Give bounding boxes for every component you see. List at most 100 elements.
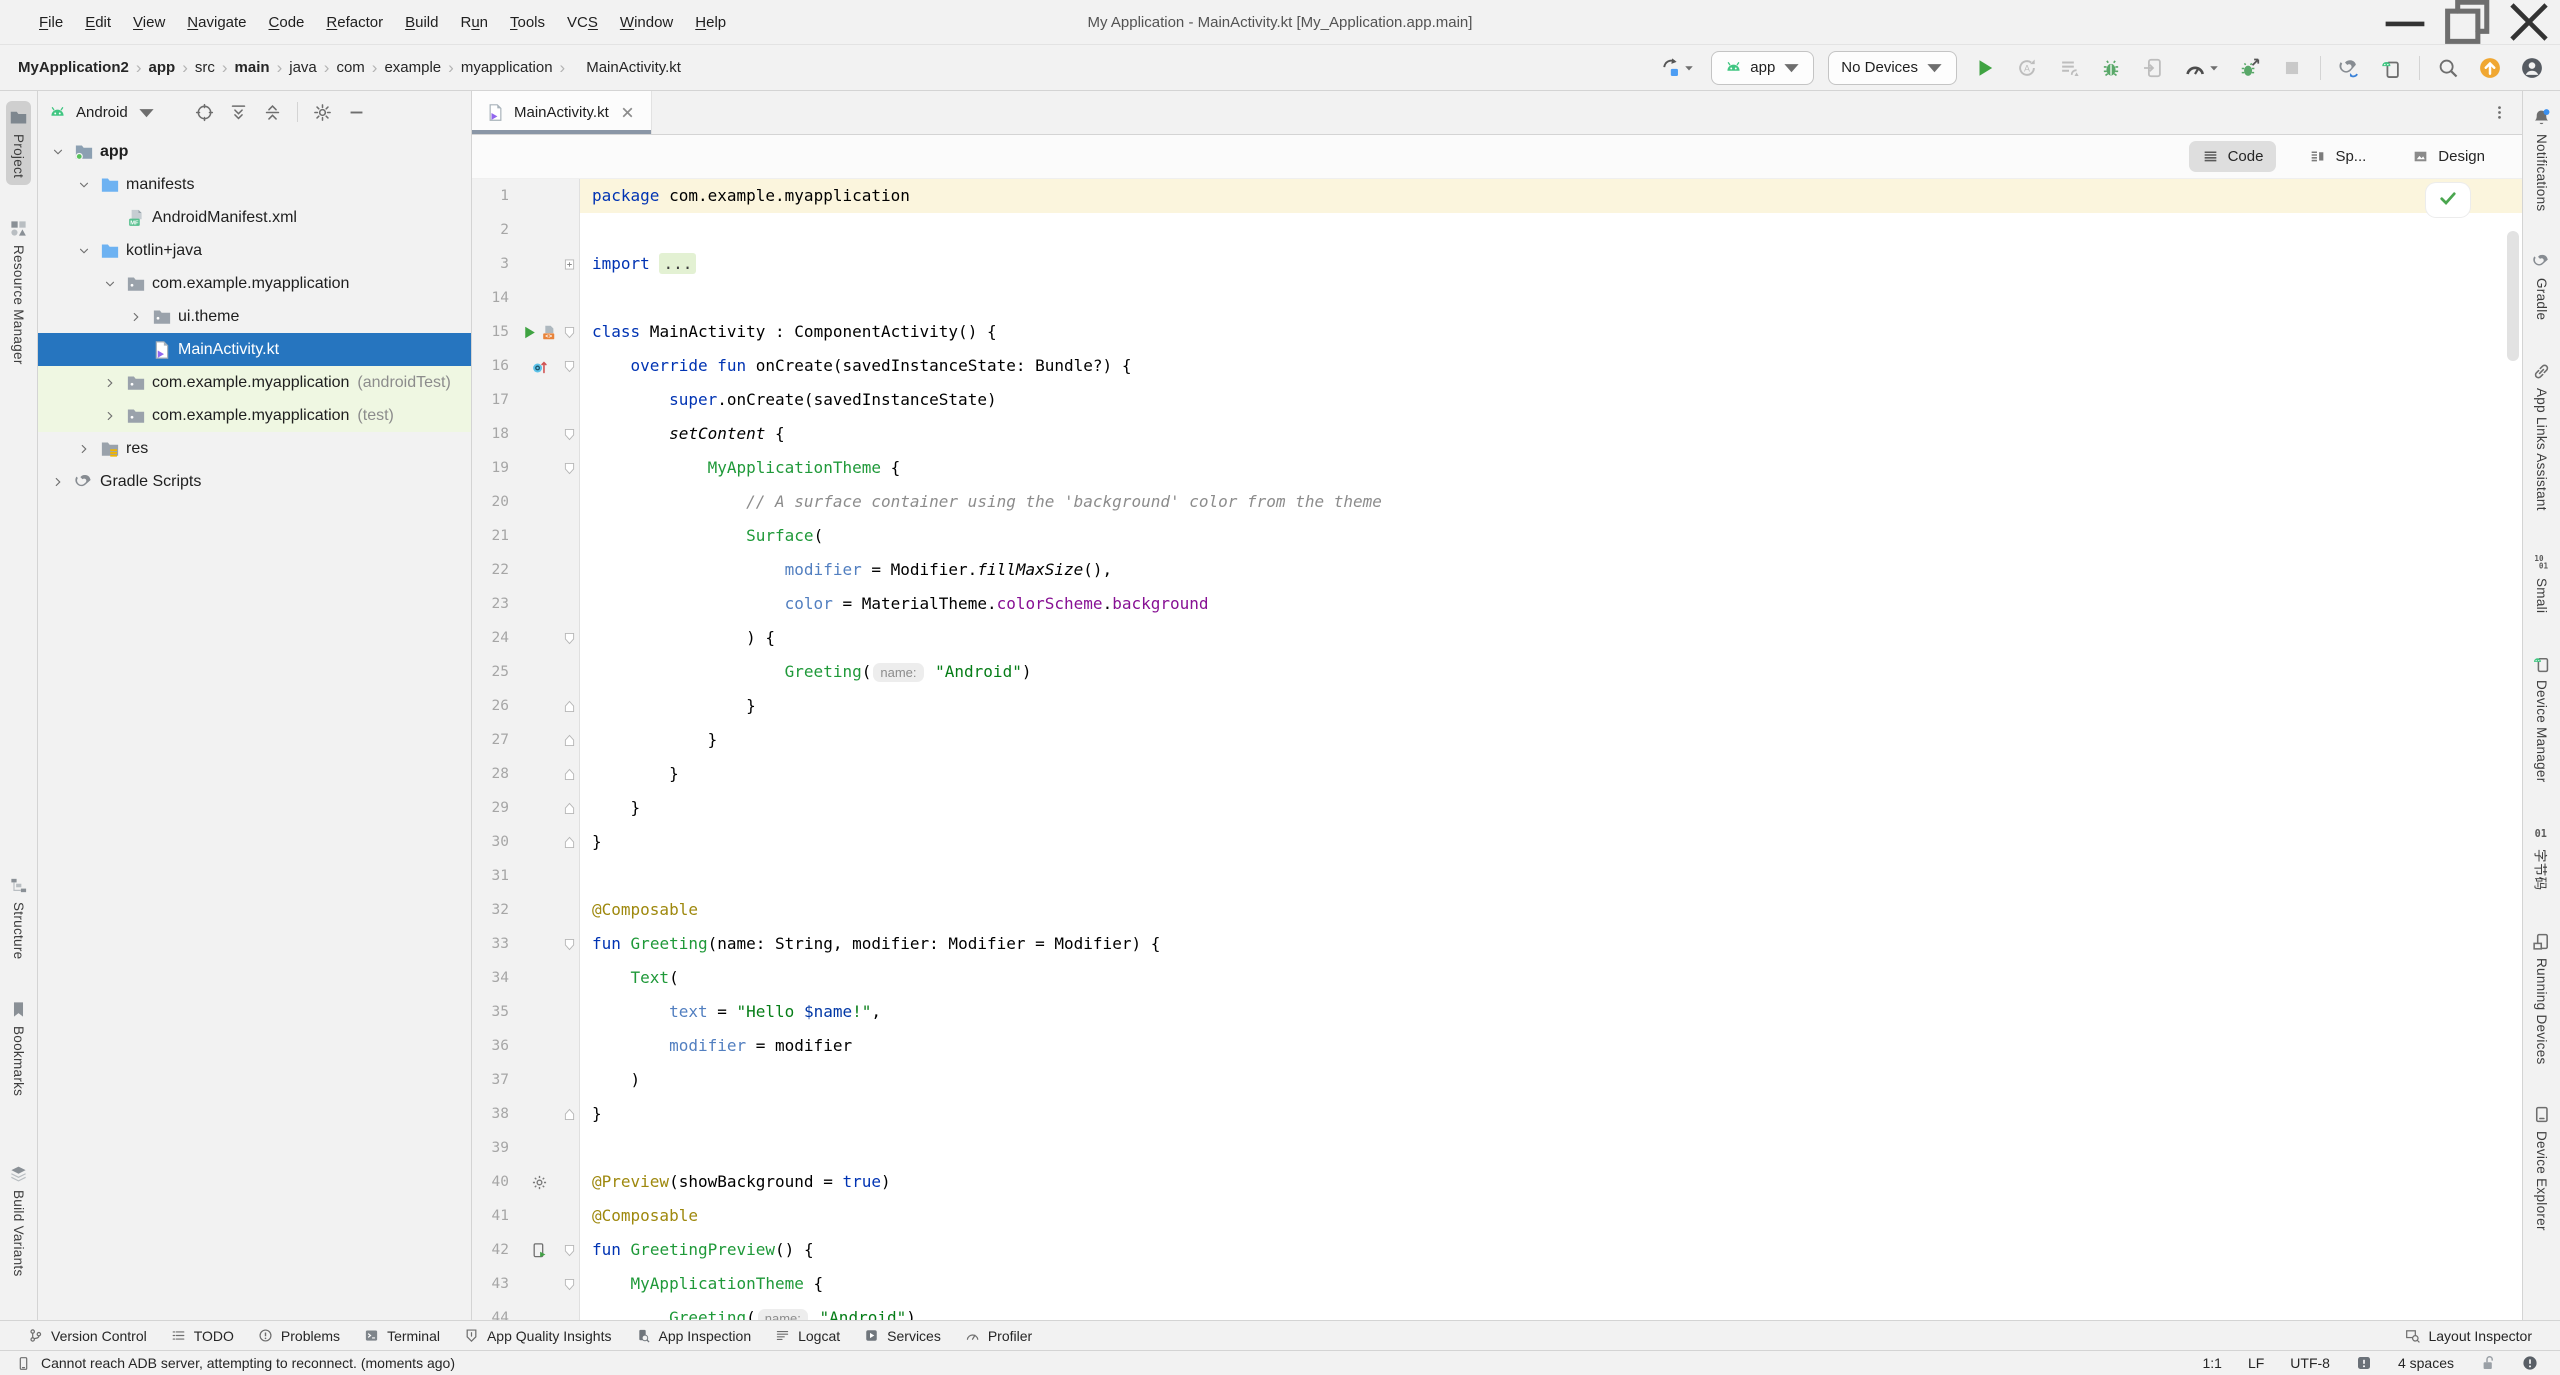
stop-button[interactable] bbox=[2278, 54, 2306, 82]
debug-button[interactable] bbox=[2097, 54, 2125, 82]
caret-position[interactable]: 1:1 bbox=[2202, 1355, 2221, 1371]
code-line-14[interactable]: 14 bbox=[472, 281, 2522, 315]
toolwindow-version-control[interactable]: Version Control bbox=[16, 1321, 159, 1350]
code-line-1[interactable]: 1package com.example.myapplication bbox=[472, 179, 2522, 213]
line-number[interactable]: 36 bbox=[472, 1029, 518, 1063]
code-line-27[interactable]: 27 } bbox=[472, 723, 2522, 757]
code-line-35[interactable]: 35 text = "Hello $name!", bbox=[472, 995, 2522, 1029]
code-line-40[interactable]: 40@Preview(showBackground = true) bbox=[472, 1165, 2522, 1199]
line-number[interactable]: 3 bbox=[472, 247, 518, 281]
line-number[interactable]: 37 bbox=[472, 1063, 518, 1097]
indicator-badge-icon[interactable] bbox=[2356, 1355, 2372, 1371]
code-line-18[interactable]: 18 setContent { bbox=[472, 417, 2522, 451]
breadcrumb-item[interactable]: myapplication bbox=[461, 59, 553, 76]
tab-mainactivity[interactable]: MainActivity.kt bbox=[472, 91, 652, 134]
tool-strip-build-variants[interactable]: Build Variants bbox=[6, 1157, 31, 1284]
tool-strip-gradle[interactable]: Gradle bbox=[2529, 245, 2554, 327]
code-line-28[interactable]: 28 } bbox=[472, 757, 2522, 791]
line-number[interactable]: 2 bbox=[472, 213, 518, 247]
breadcrumb-item[interactable]: MainActivity.kt bbox=[586, 59, 681, 76]
line-number[interactable]: 44 bbox=[472, 1301, 518, 1320]
menu-run[interactable]: Run bbox=[449, 14, 499, 31]
line-number[interactable]: 39 bbox=[472, 1131, 518, 1165]
device-manager-button[interactable] bbox=[2377, 54, 2405, 82]
code-line-24[interactable]: 24 ) { bbox=[472, 621, 2522, 655]
code-line-37[interactable]: 37 ) bbox=[472, 1063, 2522, 1097]
line-number[interactable]: 41 bbox=[472, 1199, 518, 1233]
fold-marker[interactable] bbox=[560, 451, 580, 485]
code-line-25[interactable]: 25 Greeting(name: "Android") bbox=[472, 655, 2522, 689]
code-line-3[interactable]: 3import ... bbox=[472, 247, 2522, 281]
view-toggle-code[interactable]: Code bbox=[2189, 141, 2277, 172]
run-configuration-select[interactable]: app bbox=[1711, 51, 1814, 85]
manifest-gutter-icon[interactable]: <> bbox=[540, 324, 557, 341]
toolwindow-profiler[interactable]: Profiler bbox=[953, 1321, 1044, 1350]
code-line-31[interactable]: 31 bbox=[472, 859, 2522, 893]
breadcrumb-item[interactable]: java bbox=[289, 59, 317, 76]
code-line-32[interactable]: 32@Composable bbox=[472, 893, 2522, 927]
code-line-17[interactable]: 17 super.onCreate(savedInstanceState) bbox=[472, 383, 2522, 417]
chevron-right-icon[interactable] bbox=[98, 376, 122, 390]
view-toggle-design[interactable]: Design bbox=[2399, 141, 2498, 172]
tree-item-res[interactable]: res bbox=[38, 432, 471, 465]
line-number[interactable]: 31 bbox=[472, 859, 518, 893]
line-number[interactable]: 1 bbox=[472, 179, 518, 213]
code-line-2[interactable]: 2 bbox=[472, 213, 2522, 247]
tree-item-manifests[interactable]: manifests bbox=[38, 168, 471, 201]
device-select[interactable]: No Devices bbox=[1828, 51, 1957, 85]
menu-vcs[interactable]: VCS bbox=[556, 14, 609, 31]
vcs-update-button[interactable] bbox=[1656, 54, 1697, 82]
code-line-36[interactable]: 36 modifier = modifier bbox=[472, 1029, 2522, 1063]
tree-item-com-example-myapplication[interactable]: com.example.myapplication(test) bbox=[38, 399, 471, 432]
fold-marker[interactable] bbox=[560, 723, 580, 757]
line-number[interactable]: 14 bbox=[472, 281, 518, 315]
close-icon[interactable] bbox=[2498, 0, 2560, 44]
tree-item-gradle-scripts[interactable]: Gradle Scripts bbox=[38, 465, 471, 498]
line-number[interactable]: 23 bbox=[472, 587, 518, 621]
toolwindow-app-inspection[interactable]: App Inspection bbox=[623, 1321, 763, 1350]
gutter[interactable] bbox=[518, 349, 560, 383]
tree-item-androidmanifest-xml[interactable]: MFAndroidManifest.xml bbox=[38, 201, 471, 234]
preview-gutter-icon[interactable] bbox=[531, 1242, 548, 1259]
tool-strip-running-devices[interactable]: Running Devices bbox=[2529, 925, 2554, 1072]
more-options-icon[interactable] bbox=[2477, 104, 2522, 121]
fold-marker[interactable] bbox=[560, 757, 580, 791]
expand-all-icon[interactable] bbox=[229, 103, 248, 122]
event-log-icon[interactable] bbox=[2522, 1355, 2538, 1371]
menu-help[interactable]: Help bbox=[684, 14, 737, 31]
code-line-22[interactable]: 22 modifier = Modifier.fillMaxSize(), bbox=[472, 553, 2522, 587]
select-opened-file-icon[interactable] bbox=[195, 103, 214, 122]
run-button[interactable] bbox=[1971, 54, 1999, 82]
fold-marker[interactable] bbox=[560, 417, 580, 451]
code-line-26[interactable]: 26 } bbox=[472, 689, 2522, 723]
line-number[interactable]: 43 bbox=[472, 1267, 518, 1301]
line-number[interactable]: 27 bbox=[472, 723, 518, 757]
code-line-30[interactable]: 30} bbox=[472, 825, 2522, 859]
tool-strip-device-manager[interactable]: Device Manager bbox=[2529, 647, 2554, 790]
line-number[interactable]: 26 bbox=[472, 689, 518, 723]
code-line-29[interactable]: 29 } bbox=[472, 791, 2522, 825]
override-gutter-icon[interactable] bbox=[531, 358, 548, 375]
line-number[interactable]: 30 bbox=[472, 825, 518, 859]
line-number[interactable]: 42 bbox=[472, 1233, 518, 1267]
close-tab-icon[interactable] bbox=[618, 103, 637, 122]
fold-marker[interactable] bbox=[560, 315, 580, 349]
search-everywhere-button[interactable] bbox=[2434, 54, 2462, 82]
menu-view[interactable]: View bbox=[122, 14, 176, 31]
code-line-42[interactable]: 42fun GreetingPreview() { bbox=[472, 1233, 2522, 1267]
chevron-right-icon[interactable] bbox=[46, 475, 70, 489]
code-line-34[interactable]: 34 Text( bbox=[472, 961, 2522, 995]
gutter[interactable] bbox=[518, 1233, 560, 1267]
tree-item-com-example-myapplication[interactable]: com.example.myapplication(androidTest) bbox=[38, 366, 471, 399]
run-gutter-icon[interactable] bbox=[521, 324, 538, 341]
menu-code[interactable]: Code bbox=[258, 14, 316, 31]
collapse-all-icon[interactable] bbox=[263, 103, 282, 122]
code-line-41[interactable]: 41@Composable bbox=[472, 1199, 2522, 1233]
code-line-21[interactable]: 21 Surface( bbox=[472, 519, 2522, 553]
chevron-right-icon[interactable] bbox=[72, 442, 96, 456]
fold-marker[interactable] bbox=[560, 1267, 580, 1301]
view-toggle-sp[interactable]: Sp... bbox=[2296, 141, 2379, 172]
gear-gutter-icon[interactable] bbox=[531, 1174, 548, 1191]
tree-item-app[interactable]: app bbox=[38, 135, 471, 168]
tool-strip-notifications[interactable]: Notifications bbox=[2529, 101, 2554, 218]
